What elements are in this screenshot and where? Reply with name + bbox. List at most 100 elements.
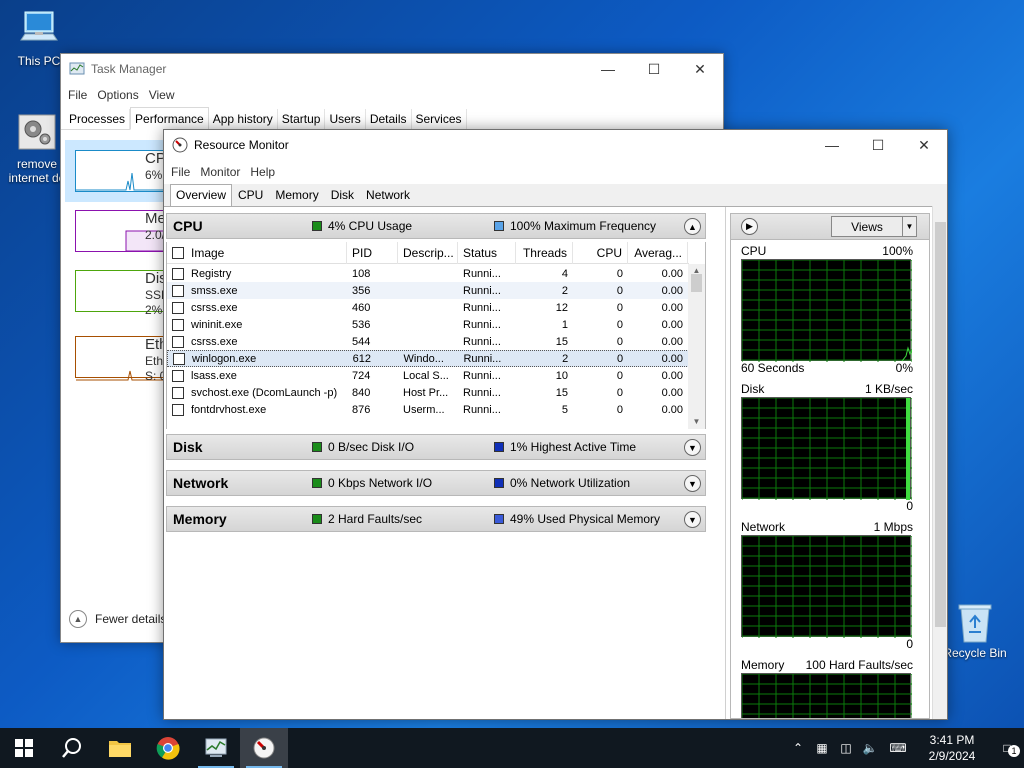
keyboard-icon[interactable]: ⌨	[882, 741, 914, 755]
section-header-network[interactable]: Network 0 Kbps Network I/O 0% Network Ut…	[166, 470, 706, 496]
table-row[interactable]: smss.exe 356 Runni... 2 0 0.00	[167, 282, 689, 299]
tab-memory[interactable]: Memory	[269, 184, 324, 206]
table-row[interactable]: svchost.exe (DcomLaunch -p) 840 Host Pr...…	[167, 384, 689, 401]
scrollbar-thumb[interactable]	[935, 222, 946, 627]
cell-threads: 5	[561, 403, 568, 416]
tab-network[interactable]: Network	[360, 184, 416, 206]
menu-file[interactable]: File	[166, 165, 195, 179]
clock-time: 3:41 PM	[929, 733, 975, 747]
menu-monitor[interactable]: Monitor	[195, 165, 245, 179]
tab-performance[interactable]: Performance	[130, 107, 209, 130]
panel-splitter[interactable]	[725, 207, 726, 719]
maximize-button[interactable]: ☐	[855, 130, 901, 160]
row-checkbox[interactable]	[172, 284, 184, 297]
search-button[interactable]	[48, 728, 96, 768]
taskbar-task-manager[interactable]	[192, 728, 240, 768]
section-header-memory[interactable]: Memory 2 Hard Faults/sec 49% Used Physic…	[166, 506, 706, 532]
menu-view[interactable]: View	[144, 88, 180, 102]
network-graph-canvas	[741, 535, 913, 638]
row-checkbox[interactable]	[172, 267, 184, 280]
close-button[interactable]: ✕	[677, 54, 723, 84]
maximize-button[interactable]: ☐	[631, 54, 677, 84]
table-row[interactable]: winlogon.exe 612 Windo... Runni... 2 0 0.00	[167, 350, 689, 367]
tab-services[interactable]: Services	[412, 109, 467, 129]
tab-app-history[interactable]: App history	[209, 109, 278, 129]
menu-help[interactable]: Help	[245, 165, 280, 179]
taskbar-chrome[interactable]	[144, 728, 192, 768]
desktop-icon-recycle-bin[interactable]: Recycle Bin	[938, 602, 1012, 660]
row-checkbox[interactable]	[172, 386, 184, 399]
expand-chevron-down-icon[interactable]: ▼	[684, 475, 701, 492]
task-manager-titlebar[interactable]: Task Manager — ☐ ✕	[61, 54, 723, 84]
column-header-image[interactable]: Image	[191, 246, 224, 260]
expand-chevron-down-icon[interactable]: ▼	[684, 511, 701, 528]
notification-center-icon[interactable]: □ 1	[990, 741, 1024, 757]
scrollbar-thumb[interactable]	[691, 274, 702, 292]
tab-disk[interactable]: Disk	[325, 184, 360, 206]
column-header-description[interactable]: Descrip...	[398, 242, 458, 264]
menu-file[interactable]: File	[63, 88, 92, 102]
row-checkbox[interactable]	[172, 301, 184, 314]
graph-max: 100 Hard Faults/sec	[805, 658, 913, 672]
cpu-frequency-metric: 100% Maximum Frequency	[510, 219, 657, 233]
cell-cpu: 0	[616, 267, 623, 280]
table-row[interactable]: lsass.exe 724 Local S... Runni... 10 0 0.00	[167, 367, 689, 384]
cell-pid: 536	[352, 318, 371, 331]
cell-image: csrss.exe	[191, 335, 238, 348]
tab-cpu[interactable]: CPU	[232, 184, 269, 206]
row-checkbox[interactable]	[172, 335, 184, 348]
tab-startup[interactable]: Startup	[278, 109, 326, 129]
row-checkbox[interactable]	[173, 352, 185, 365]
table-row[interactable]: csrss.exe 544 Runni... 15 0 0.00	[167, 333, 689, 350]
cell-pid: 840	[352, 386, 371, 399]
row-checkbox[interactable]	[172, 403, 184, 416]
start-button[interactable]	[0, 728, 48, 768]
graph-title: Memory	[741, 658, 785, 672]
column-header-threads[interactable]: Threads	[516, 242, 573, 264]
cell-status: Runni...	[463, 403, 501, 416]
tab-details[interactable]: Details	[366, 109, 412, 129]
select-all-checkbox[interactable]	[172, 246, 184, 259]
collapse-chevron-up-icon[interactable]: ▲	[684, 218, 701, 235]
expand-chevron-down-icon[interactable]: ▼	[684, 439, 701, 456]
column-header-status[interactable]: Status ⌃	[458, 242, 516, 264]
tab-users[interactable]: Users	[325, 109, 366, 129]
graph-panel-scrollbar[interactable]	[932, 206, 947, 719]
column-header-average-cpu[interactable]: Averag...	[628, 242, 688, 264]
minimize-button[interactable]: —	[809, 130, 855, 160]
section-header-disk[interactable]: Disk 0 B/sec Disk I/O 1% Highest Active …	[166, 434, 706, 460]
tab-processes[interactable]: Processes	[65, 109, 131, 129]
column-header-pid[interactable]: PID	[347, 242, 398, 264]
minimize-button[interactable]: —	[585, 54, 631, 84]
tab-overview[interactable]: Overview	[170, 184, 233, 206]
row-checkbox[interactable]	[172, 369, 184, 382]
table-scrollbar[interactable]: ▲ ▼	[688, 264, 705, 429]
volume-muted-icon[interactable]: 🔈	[858, 741, 882, 755]
clock[interactable]: 3:41 PM 2/9/2024	[914, 732, 990, 764]
chevron-right-icon[interactable]: ▶	[741, 218, 758, 235]
menu-options[interactable]: Options	[92, 88, 143, 102]
network-status-icon[interactable]: ◫	[834, 741, 858, 755]
fewer-details-button[interactable]: ▲ Fewer details	[69, 610, 166, 628]
resource-monitor-titlebar[interactable]: Resource Monitor — ☐ ✕	[164, 130, 947, 160]
row-checkbox[interactable]	[172, 318, 184, 331]
table-row[interactable]: wininit.exe 536 Runni... 1 0 0.00	[167, 316, 689, 333]
section-title: Network	[173, 475, 229, 491]
resource-monitor-icon	[253, 737, 275, 759]
views-dropdown-button[interactable]: Views ▼	[831, 216, 917, 237]
column-header-cpu[interactable]: CPU	[573, 242, 628, 264]
table-row[interactable]: fontdrvhost.exe 876 Userm... Runni... 5 0 0.00	[167, 401, 689, 418]
resource-monitor-window[interactable]: Resource Monitor — ☐ ✕ File Monitor Help…	[163, 129, 948, 720]
table-row[interactable]: csrss.exe 460 Runni... 12 0 0.00	[167, 299, 689, 316]
taskbar-file-explorer[interactable]	[96, 728, 144, 768]
network-utilization-metric: 0% Network Utilization	[510, 476, 631, 490]
overview-panel: CPU 4% CPU Usage 100% Maximum Frequency …	[164, 206, 947, 719]
scroll-down-arrow-icon[interactable]: ▼	[688, 415, 705, 429]
taskbar-resource-monitor[interactable]	[240, 728, 288, 768]
tray-app-icon[interactable]: ▦	[810, 741, 834, 755]
show-hidden-icons-chevron-up-icon[interactable]: ⌃	[786, 741, 810, 755]
close-button[interactable]: ✕	[901, 130, 947, 160]
section-header-cpu[interactable]: CPU 4% CPU Usage 100% Maximum Frequency …	[166, 213, 706, 239]
resource-monitor-menubar: File Monitor Help	[164, 160, 947, 184]
table-row[interactable]: Registry 108 Runni... 4 0 0.00	[167, 265, 689, 282]
